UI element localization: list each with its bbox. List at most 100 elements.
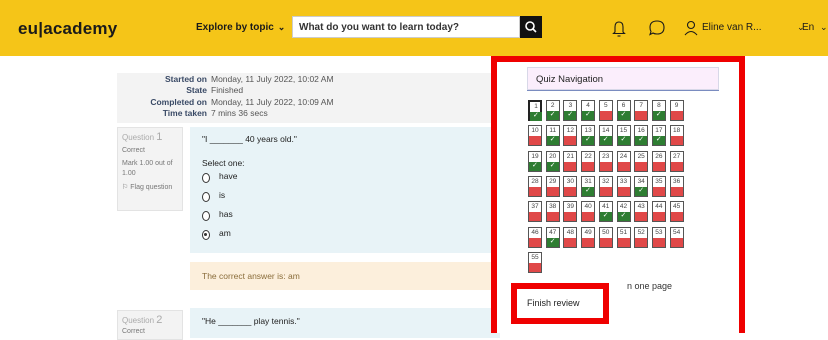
option-radio[interactable]	[202, 211, 210, 221]
explore-by-topic-menu[interactable]: Explore by topic ⌄	[196, 22, 285, 33]
quiz-nav-button-50[interactable]: 50	[598, 226, 613, 248]
quiz-nav-button-51[interactable]: 51	[616, 226, 631, 248]
quiz-nav-button-11[interactable]: 11	[545, 125, 560, 147]
quiz-nav-button-28[interactable]: 28	[528, 175, 542, 197]
quiz-nav-button-6[interactable]: 6	[616, 100, 631, 121]
quiz-nav-button-31[interactable]: 31	[581, 175, 596, 197]
quiz-nav-button-55[interactable]: 55	[528, 251, 542, 273]
incorrect-status	[635, 111, 648, 120]
quiz-nav-number: 39	[566, 203, 574, 211]
select-one-label: Select one:	[202, 158, 245, 168]
quiz-nav-button-29[interactable]: 29	[545, 175, 560, 197]
flag-icon: ⚐	[122, 184, 131, 191]
quiz-nav-button-19[interactable]: 19	[528, 150, 542, 172]
correct-check-icon	[546, 110, 559, 120]
summary-row: State Finished	[186, 85, 244, 95]
quiz-nav-button-35[interactable]: 35	[651, 175, 666, 197]
quiz-nav-number: 5	[603, 102, 608, 109]
quiz-nav-button-10[interactable]: 10	[528, 125, 542, 147]
option-radio[interactable]	[202, 173, 210, 183]
chevron-down-icon[interactable]: ⌄	[820, 22, 828, 33]
incorrect-status	[670, 212, 683, 222]
quiz-nav-button-34[interactable]: 34	[634, 175, 649, 197]
option-label[interactable]: have	[219, 171, 237, 181]
quiz-nav-button-18[interactable]: 18	[669, 125, 684, 147]
incorrect-status	[670, 136, 683, 146]
quiz-nav-number: 48	[566, 228, 574, 236]
option-radio[interactable]	[202, 192, 210, 202]
quiz-nav-button-4[interactable]: 4	[581, 100, 596, 121]
show-one-page-link[interactable]: n one page	[627, 281, 672, 291]
search-input[interactable]: What do you want to learn today?	[292, 16, 520, 38]
quiz-nav-button-40[interactable]: 40	[581, 201, 596, 223]
quiz-nav-button-39[interactable]: 39	[563, 201, 578, 223]
quiz-nav-button-36[interactable]: 36	[669, 175, 684, 197]
quiz-nav-button-12[interactable]: 12	[563, 125, 578, 147]
correct-check-icon	[582, 186, 595, 196]
eu-academy-logo[interactable]: eu|academy	[18, 19, 117, 39]
quiz-nav-button-27[interactable]: 27	[669, 150, 684, 172]
quiz-nav-button-3[interactable]: 3	[563, 100, 578, 121]
quiz-nav-button-15[interactable]: 15	[616, 125, 631, 147]
quiz-nav-button-30[interactable]: 30	[563, 175, 578, 197]
option-label[interactable]: is	[219, 190, 225, 200]
quiz-nav-button-46[interactable]: 46	[528, 226, 542, 248]
question-mark: Mark 1.00 out of 1.00	[122, 160, 173, 177]
quiz-nav-button-5[interactable]: 5	[598, 100, 613, 121]
quiz-nav-button-41[interactable]: 41	[598, 201, 613, 223]
quiz-nav-button-45[interactable]: 45	[669, 201, 684, 223]
quiz-nav-button-32[interactable]: 32	[598, 175, 613, 197]
bell-icon[interactable]	[612, 20, 626, 38]
quiz-nav-number: 7	[639, 102, 643, 109]
quiz-nav-button-1[interactable]: 1	[528, 100, 542, 121]
search-button[interactable]	[520, 16, 542, 38]
quiz-nav-button-53[interactable]: 53	[651, 226, 666, 248]
correct-check-icon	[652, 135, 665, 146]
user-name[interactable]: Eline van R...	[702, 22, 761, 33]
quiz-nav-button-37[interactable]: 37	[528, 201, 542, 223]
quiz-nav-button-24[interactable]: 24	[616, 150, 631, 172]
incorrect-status	[670, 237, 683, 247]
quiz-nav-button-38[interactable]: 38	[545, 201, 560, 223]
quiz-nav-number: 35	[655, 177, 663, 185]
quiz-nav-button-44[interactable]: 44	[651, 201, 666, 223]
quiz-nav-button-26[interactable]: 26	[651, 150, 666, 172]
quiz-nav-button-16[interactable]: 16	[634, 125, 649, 147]
chat-icon[interactable]	[648, 19, 666, 37]
quiz-nav-button-20[interactable]: 20	[545, 150, 560, 172]
quiz-nav-button-48[interactable]: 48	[563, 226, 578, 248]
quiz-nav-button-14[interactable]: 14	[598, 125, 613, 147]
quiz-nav-button-52[interactable]: 52	[634, 226, 649, 248]
correct-check-icon	[530, 111, 542, 121]
quiz-nav-button-54[interactable]: 54	[669, 226, 684, 248]
quiz-nav-button-9[interactable]: 9	[669, 100, 684, 121]
quiz-nav-button-23[interactable]: 23	[598, 150, 613, 172]
question-text: "I _______ 40 years old."	[202, 134, 297, 144]
user-icon[interactable]	[684, 19, 698, 37]
option-radio-selected[interactable]	[202, 230, 210, 240]
quiz-nav-number: 23	[602, 152, 610, 160]
quiz-nav-number: 38	[549, 203, 557, 211]
quiz-nav-button-49[interactable]: 49	[581, 226, 596, 248]
quiz-nav-button-17[interactable]: 17	[651, 125, 666, 147]
quiz-nav-button-22[interactable]: 22	[581, 150, 596, 172]
option-label[interactable]: has	[219, 209, 233, 219]
quiz-nav-button-21[interactable]: 21	[563, 150, 578, 172]
quiz-nav-button-47[interactable]: 47	[545, 226, 560, 248]
quiz-nav-button-43[interactable]: 43	[634, 201, 649, 223]
finish-review-link[interactable]: Finish review	[527, 298, 580, 308]
flag-question-link[interactable]: ⚐ Flag question	[122, 183, 178, 193]
finish-review-highlight: Finish review	[511, 283, 609, 324]
quiz-nav-button-8[interactable]: 8	[651, 100, 666, 121]
quiz-nav-button-2[interactable]: 2	[545, 100, 560, 121]
incorrect-status	[546, 212, 559, 222]
option-label[interactable]: am	[219, 228, 231, 238]
incorrect-status	[599, 186, 612, 196]
quiz-nav-button-7[interactable]: 7	[634, 100, 649, 121]
language-selector[interactable]: En	[802, 22, 814, 33]
quiz-nav-button-13[interactable]: 13	[581, 125, 596, 147]
quiz-nav-button-25[interactable]: 25	[634, 150, 649, 172]
incorrect-status	[635, 237, 648, 247]
quiz-nav-button-42[interactable]: 42	[616, 201, 631, 223]
quiz-nav-button-33[interactable]: 33	[616, 175, 631, 197]
